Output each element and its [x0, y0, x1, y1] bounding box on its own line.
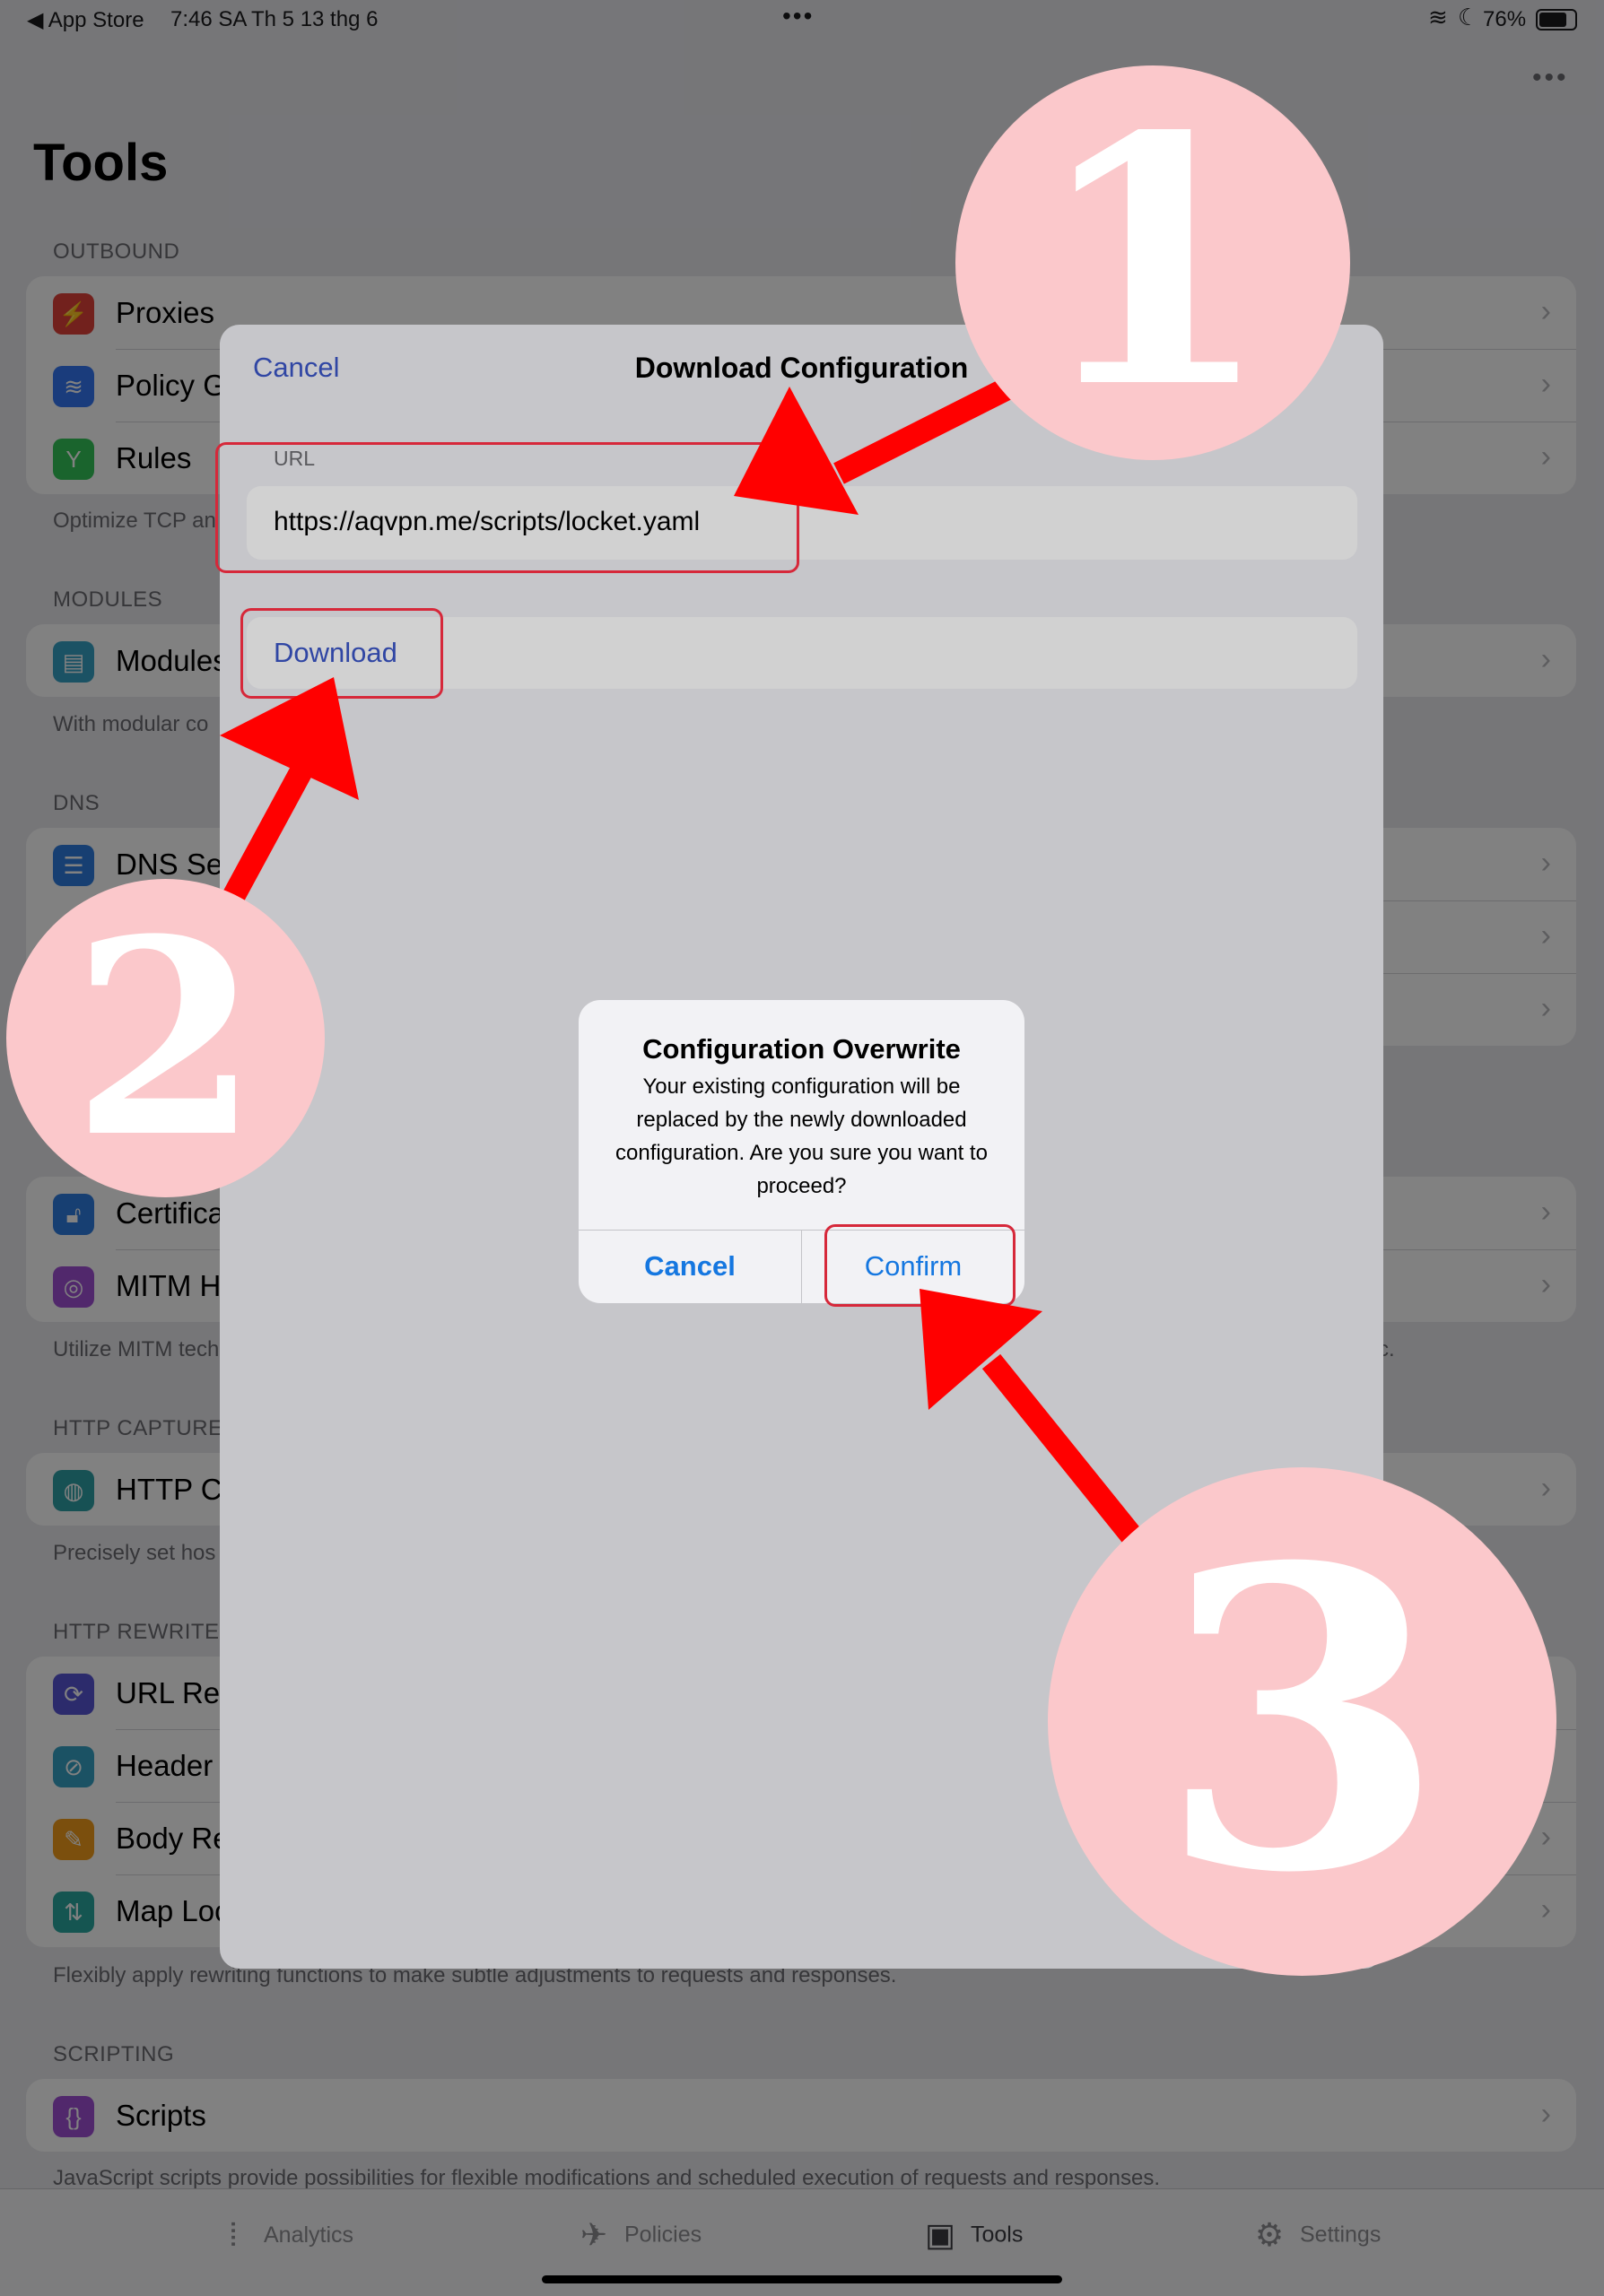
- step-2-badge: 2: [6, 879, 325, 1197]
- arrow-1-head: [734, 387, 859, 515]
- arrow-1-shaft: [833, 377, 1015, 484]
- arrow-3-shaft: [981, 1353, 1142, 1544]
- step-3-badge: 3: [1048, 1467, 1556, 1976]
- step-1-badge: 1: [955, 65, 1350, 460]
- ios-screen: ◀ App Store 7:46 SA Th 5 13 thg 6 ••• ≋ …: [0, 0, 1604, 2296]
